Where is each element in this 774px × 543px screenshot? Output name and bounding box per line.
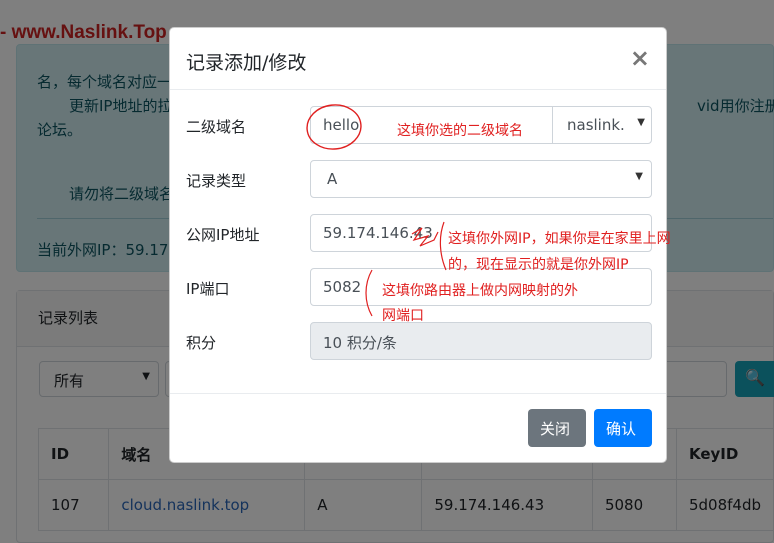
annotation-port-line1: 这填你路由器上做内网映射的外 — [382, 283, 578, 299]
annotation-subdomain: 这填你选的二级域名 — [397, 123, 523, 139]
annotation-port-line2: 网端口 — [382, 308, 424, 324]
chevron-down-icon: ▼ — [635, 171, 643, 182]
record-type-label: 记录类型 — [186, 172, 247, 190]
modal-header: 记录添加/修改 × — [170, 28, 666, 90]
subdomain-label: 二级域名 — [186, 118, 247, 136]
points-value: 10 积分/条 — [323, 334, 397, 352]
domain-suffix-value: naslink. — [567, 116, 625, 134]
points-label: 积分 — [186, 334, 217, 352]
confirm-button[interactable]: 确认 — [594, 409, 652, 447]
record-type-value: A — [327, 170, 338, 188]
modal-footer-divider — [170, 393, 666, 394]
points-field: 10 积分/条 — [310, 322, 652, 360]
public-ip-label: 公网IP地址 — [186, 226, 260, 244]
annotation-ip-line1: 这填你外网IP，如果你是在家里上网 — [448, 231, 671, 247]
annotation-ip-line2: 的，现在显示的就是你外网IP — [448, 257, 629, 273]
modal-title: 记录添加/修改 — [186, 52, 307, 74]
domain-suffix-select[interactable]: naslink. ▼ — [552, 106, 652, 144]
port-value: 5082 — [323, 278, 362, 296]
record-type-select[interactable]: A ▼ — [310, 160, 652, 198]
public-ip-value: 59.174.146.43 — [323, 224, 433, 242]
subdomain-value: hello — [323, 116, 360, 134]
close-button[interactable]: 关闭 — [528, 409, 586, 447]
chevron-down-icon: ▼ — [637, 117, 645, 128]
close-icon[interactable]: × — [630, 44, 650, 72]
port-label: IP端口 — [186, 280, 230, 298]
